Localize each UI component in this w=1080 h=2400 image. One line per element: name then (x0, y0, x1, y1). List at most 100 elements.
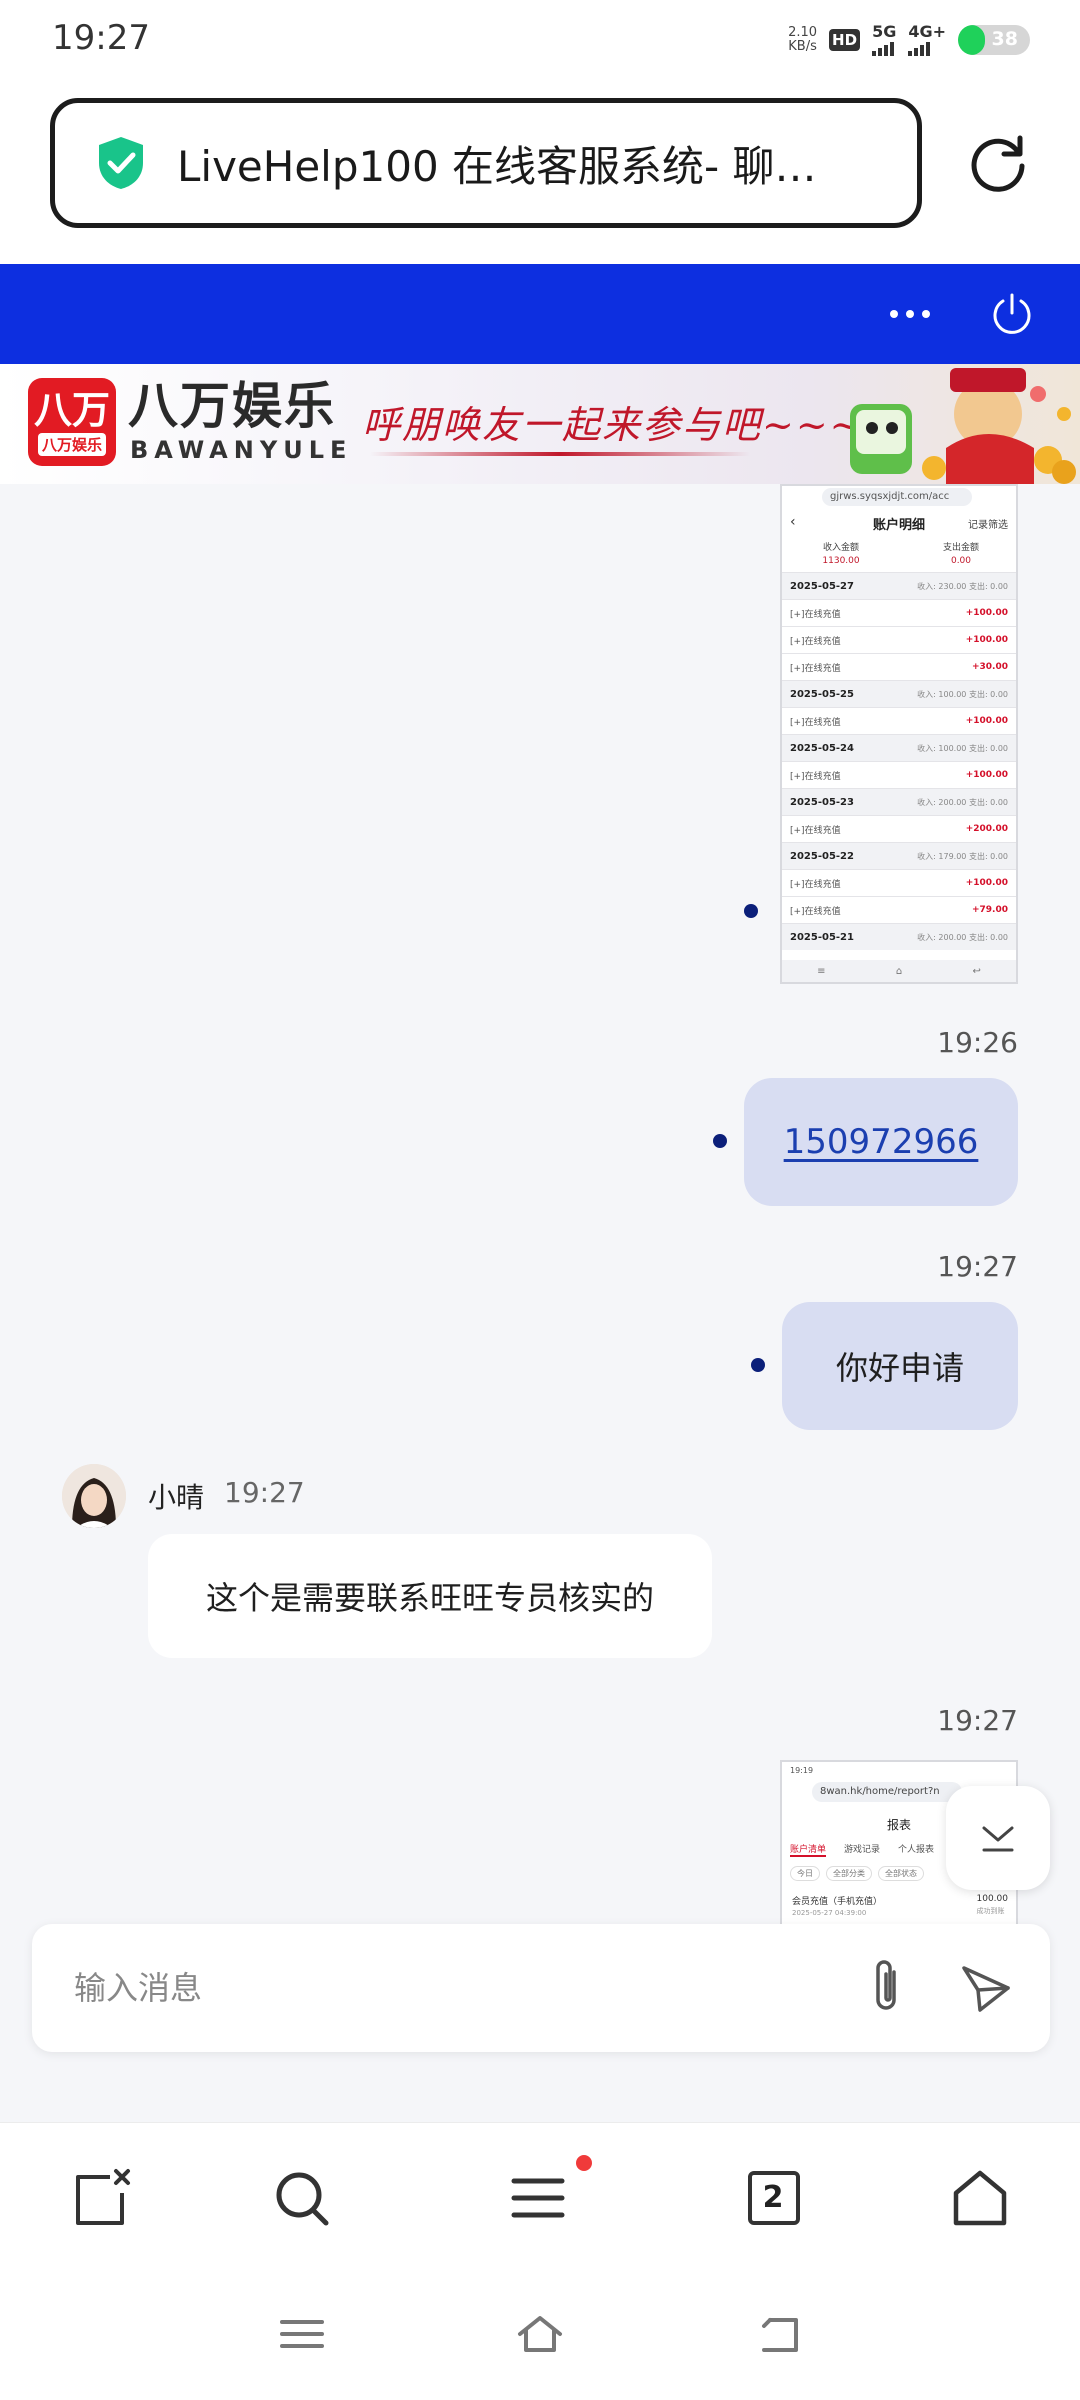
sent-status-dot (744, 904, 758, 918)
shot-row-amount: +100.00 (965, 716, 1008, 726)
scroll-to-bottom-button[interactable] (946, 1786, 1050, 1890)
shot-date-row: 2025-05-27 收入: 230.00 支出: 0.00 (782, 572, 1016, 599)
browser-toolbar: 2 (0, 2122, 1080, 2280)
agent-avatar-image (62, 1464, 126, 1528)
received-message-bubble[interactable]: 这个是需要联系旺旺专员核实的 (148, 1534, 712, 1658)
home-icon[interactable] (950, 2167, 1010, 2229)
mascot-illustration (850, 368, 1076, 484)
shot-nav-bar: ≡ ⌂ ↩ (782, 960, 1016, 982)
ad-banner[interactable]: 八万 八万娱乐 八万娱乐 BAWANYULE 呼朋唤友一起来参与吧~~~ (0, 364, 1080, 484)
network-speed-unit: KB/s (788, 39, 817, 54)
system-home-icon[interactable] (516, 2312, 564, 2356)
hd-voice-icon: HD (829, 29, 861, 51)
network-speed: 2.10 KB/s (788, 26, 817, 54)
message-time: 19:26 (937, 1026, 1018, 1059)
back-icon[interactable] (756, 2312, 804, 2356)
menu-icon[interactable] (508, 2167, 568, 2229)
shot-row-label: 2025-05-23 (790, 796, 854, 808)
shot2-amount: 100.00 (976, 1894, 1009, 1904)
shot2-tab: 账户清单 (790, 1842, 827, 1857)
shot-item-row: [+]在线充值 +100.00 (782, 761, 1016, 788)
shot-expense-value: 0.00 (950, 556, 972, 566)
shot-row-label: 2025-05-21 (790, 931, 854, 943)
agent-avatar[interactable] (62, 1464, 126, 1528)
message-time: 19:27 (937, 1250, 1018, 1283)
shot-item-row: [+]在线充值 +100.00 (782, 707, 1016, 734)
shot-row-meta: 收入: 200.00 支出: 0.00 (917, 797, 1008, 807)
sim1-signal-icon: 5G (872, 24, 896, 56)
more-options-icon[interactable] (886, 292, 934, 336)
sent-status-dot (751, 1358, 765, 1372)
sent-message-bubble[interactable]: 你好申请 (782, 1302, 1018, 1430)
chat-messages[interactable]: gjrws.syqsxjdjt.com/acc ‹ 账户明细 记录筛选 收入金额… (0, 484, 1080, 1924)
battery-level: 38 (991, 28, 1018, 50)
message-time: 19:27 (937, 1704, 1018, 1737)
shot-row-label: [+]在线充值 (790, 636, 841, 647)
shot-row-amount: +100.00 (965, 608, 1008, 618)
shot2-filter: 全部分类 (826, 1866, 872, 1881)
shot-item-row: [+]在线充值 +100.00 (782, 599, 1016, 626)
shot2-filters: 今日 全部分类 全部状态 (790, 1866, 924, 1881)
brand-name-cn: 八万娱乐 (128, 377, 336, 435)
shot2-filter: 今日 (790, 1866, 820, 1881)
shot2-tab: 个人报表 (898, 1845, 935, 1855)
sent-message-bubble[interactable]: 150972966 (744, 1078, 1018, 1206)
message-text: 你好申请 (835, 1349, 964, 1387)
shot-row-label: [+]在线充值 (790, 771, 841, 782)
shot-row-label: [+]在线充值 (790, 906, 841, 917)
shot-item-row: [+]在线充值 +100.00 (782, 626, 1016, 653)
shot2-record-amount: 100.00 成功到账 (977, 1894, 1009, 1916)
shot-income-label: 收入金额 (822, 543, 859, 553)
tab-count: 2 (762, 2180, 784, 2215)
url-field[interactable]: LiveHelp100 在线客服系统- 聊… (50, 98, 922, 228)
shot-row-amount: +100.00 (965, 770, 1008, 780)
secure-shield-icon (99, 137, 143, 189)
agent-name: 小晴 (148, 1481, 205, 1514)
shot-row-amount: +100.00 (965, 635, 1008, 645)
search-icon[interactable] (272, 2167, 332, 2229)
reload-icon[interactable] (966, 130, 1032, 196)
sim2-signal-icon: 4G+ (908, 24, 946, 56)
shot-date-row: 2025-05-24 收入: 100.00 支出: 0.00 (782, 734, 1016, 761)
close-page-icon[interactable] (72, 2167, 132, 2229)
shot-url: gjrws.syqsxjdjt.com/acc (822, 488, 972, 506)
shot-row-meta: 收入: 179.00 支出: 0.00 (917, 851, 1008, 861)
shot-row-label: [+]在线充值 (790, 717, 841, 728)
brand-name-en: BAWANYULE (130, 436, 353, 464)
tabs-button[interactable]: 2 (746, 2167, 806, 2229)
logo-big-text: 八万 (33, 387, 110, 432)
shot-row-amount: +200.00 (965, 824, 1008, 834)
message-link[interactable]: 150972966 (784, 1122, 979, 1162)
sim2-network-label: 4G+ (908, 22, 946, 41)
shot-row-label: [+]在线充值 (790, 825, 841, 836)
image-message-account-details[interactable]: gjrws.syqsxjdjt.com/acc ‹ 账户明细 记录筛选 收入金额… (780, 484, 1018, 984)
system-navigation-bar (0, 2280, 1080, 2400)
slogan-underline (370, 452, 750, 456)
send-icon[interactable] (958, 1960, 1014, 2016)
sim1-network-label: 5G (872, 22, 897, 41)
attachment-icon[interactable] (858, 1956, 914, 2020)
shot-row-label: [+]在线充值 (790, 609, 841, 620)
shot-expense-label: 支出金额 (942, 543, 979, 553)
brand-logo: 八万 八万娱乐 (28, 378, 116, 466)
shot-row-meta: 收入: 230.00 支出: 0.00 (917, 581, 1008, 591)
message-text: 这个是需要联系旺旺专员核实的 (205, 1579, 654, 1617)
power-icon[interactable] (990, 292, 1034, 336)
shot2-status-time: 19:19 (790, 1766, 814, 1775)
shot-row-label: 2025-05-24 (790, 742, 854, 754)
notification-dot (576, 2155, 592, 2171)
message-composer (32, 1924, 1050, 2052)
shot-row-label: 2025-05-27 (790, 580, 854, 592)
banner-slogan: 呼朋唤友一起来参与吧~~~ (362, 403, 864, 447)
shot-date-row: 2025-05-21 收入: 200.00 支出: 0.00 (782, 923, 1016, 950)
page-title: LiveHelp100 在线客服系统- 聊… (177, 141, 817, 191)
shot-date-row: 2025-05-22 收入: 179.00 支出: 0.00 (782, 842, 1016, 869)
page: 19:27 2.10 KB/s HD 5G 4G+ 38 LiveHelp100… (0, 0, 1080, 2400)
recent-apps-icon[interactable] (278, 2312, 326, 2356)
logo-small-text: 八万娱乐 (37, 432, 106, 456)
agent-message-time: 19:27 (224, 1476, 305, 1509)
shot-row-amount: +30.00 (971, 662, 1008, 672)
status-bar: 19:27 2.10 KB/s HD 5G 4G+ 38 (0, 0, 1080, 80)
shot-row-meta: 收入: 100.00 支出: 0.00 (917, 743, 1008, 753)
message-input[interactable] (74, 1958, 834, 2018)
